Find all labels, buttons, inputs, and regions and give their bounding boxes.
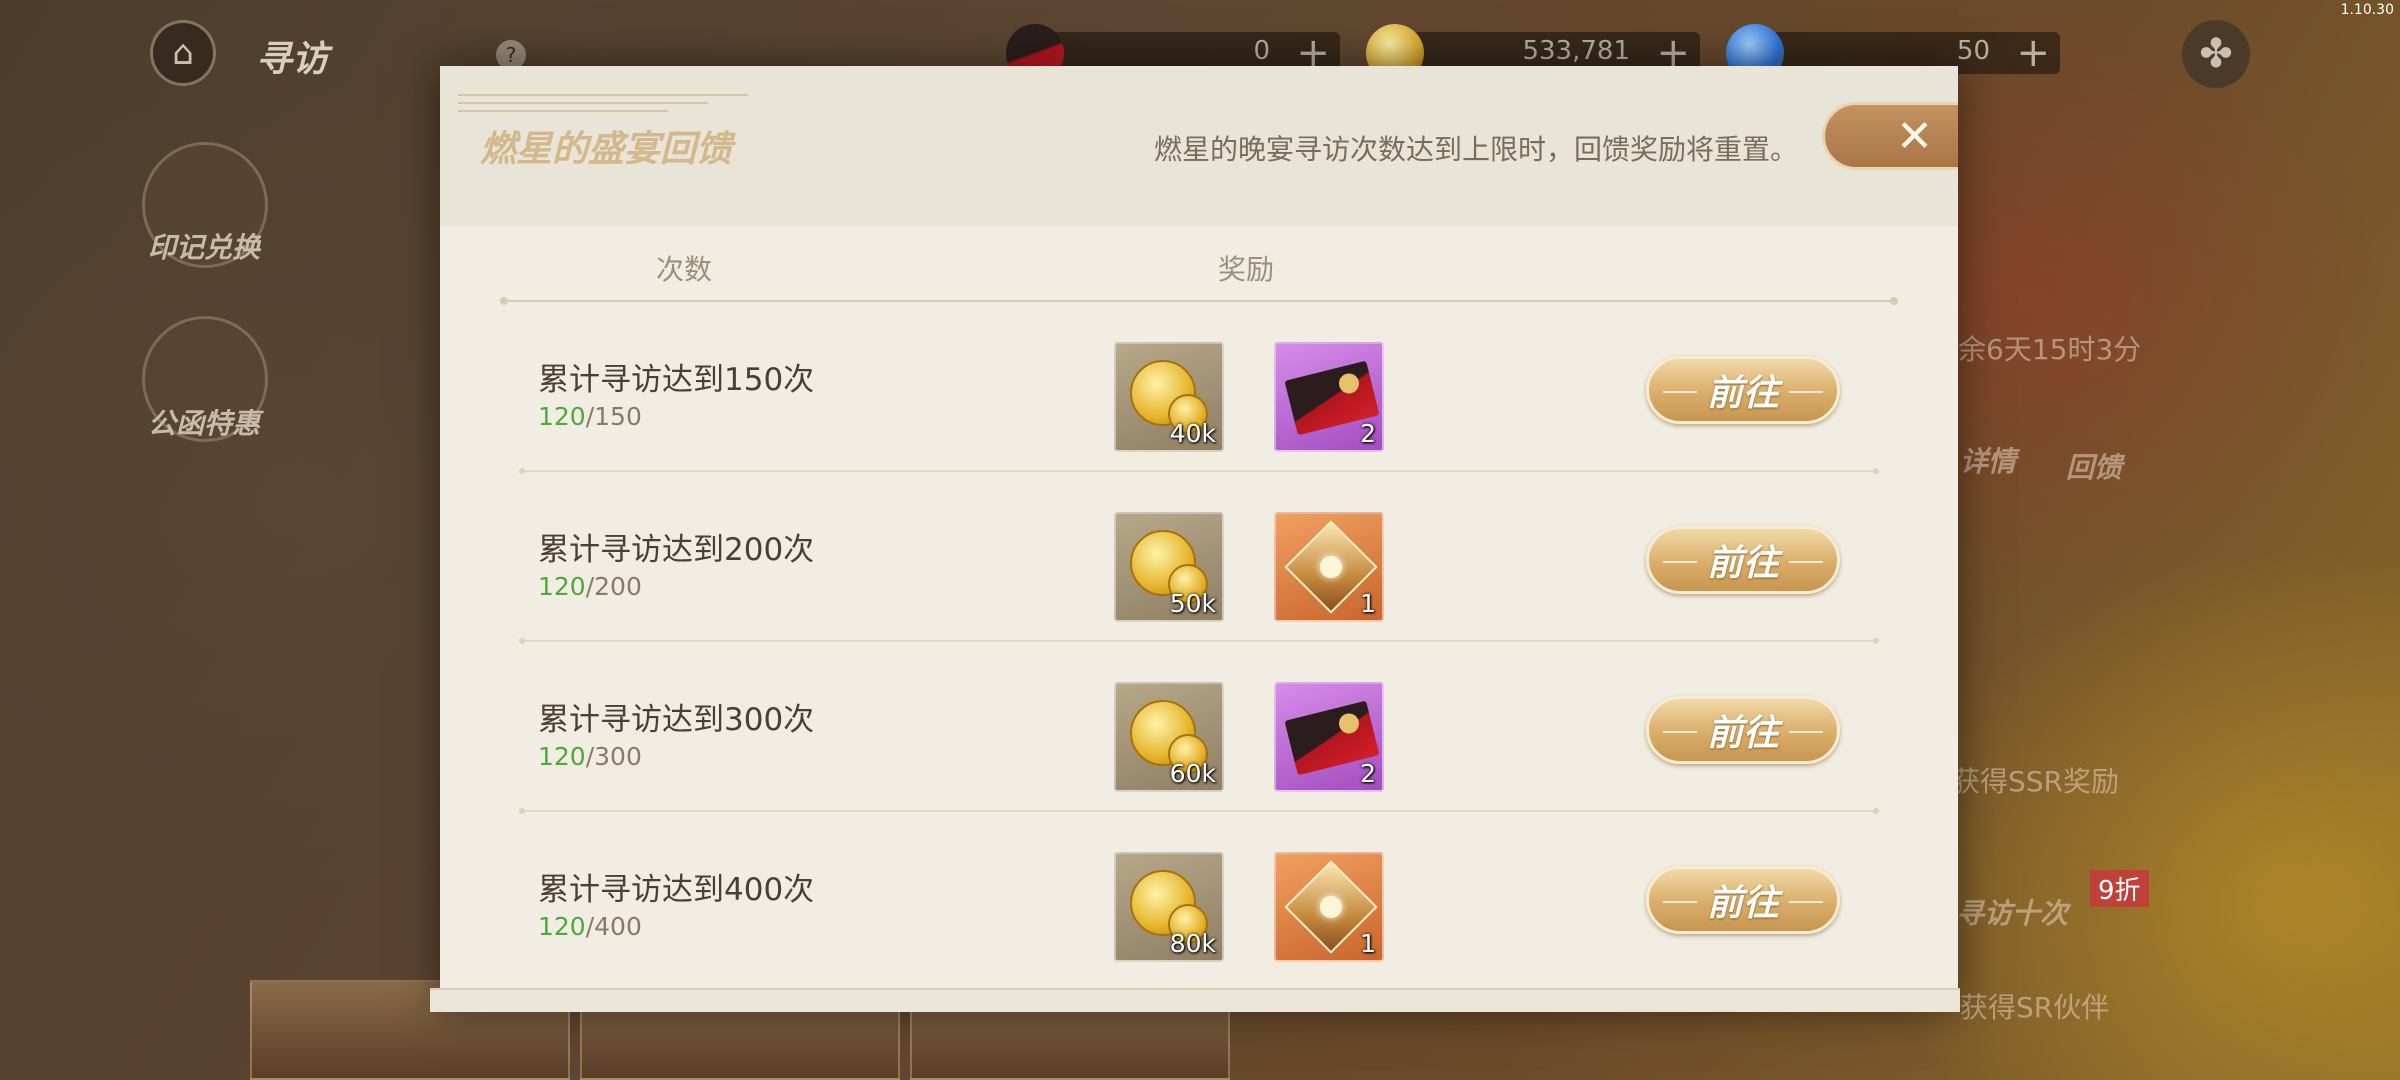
discount-badge: 9折 bbox=[2090, 870, 2149, 907]
currency-value: 50 bbox=[1956, 36, 1990, 66]
milestone-progress: 120/150 bbox=[538, 402, 642, 431]
go-button[interactable]: 前往 bbox=[1646, 866, 1840, 934]
progress-target: /400 bbox=[585, 912, 642, 941]
envelope-reward-item[interactable]: 2 bbox=[1274, 342, 1384, 452]
feedback-label[interactable]: 回馈 bbox=[2066, 446, 2122, 486]
go-button-label: 前往 bbox=[1706, 882, 1779, 924]
home-icon: ⌂ bbox=[172, 33, 194, 73]
reward-quantity: 2 bbox=[1360, 759, 1376, 788]
coin-reward-item[interactable]: 60k bbox=[1114, 682, 1224, 792]
reward-quantity: 40k bbox=[1169, 419, 1216, 448]
coin-reward-item[interactable]: 40k bbox=[1114, 342, 1224, 452]
column-header-reward: 奖励 bbox=[1218, 253, 1275, 286]
reward-quantity: 50k bbox=[1169, 589, 1216, 618]
draw-ten-button[interactable]: 寻访十次 bbox=[1956, 892, 2068, 932]
crystal-reward-item[interactable]: 1 bbox=[1274, 852, 1384, 962]
envelope-reward-item[interactable]: 2 bbox=[1274, 682, 1384, 792]
progress-target: /200 bbox=[585, 572, 642, 601]
progress-current: 120 bbox=[538, 742, 586, 771]
progress-target: /150 bbox=[585, 402, 642, 431]
coin-reward-item[interactable]: 50k bbox=[1114, 512, 1224, 622]
details-label[interactable]: 详情 bbox=[1960, 440, 2016, 480]
page-title: 寻访 bbox=[256, 38, 329, 80]
gear-icon: ✤ bbox=[2199, 31, 2233, 77]
letter-offer-label: 公函特惠 bbox=[148, 407, 261, 440]
ssr-reward-text: 获得SSR奖励 bbox=[1952, 765, 2120, 798]
countdown-text: 余6天15时3分 bbox=[1958, 333, 2142, 366]
reward-quantity: 60k bbox=[1169, 759, 1216, 788]
go-button-label: 前往 bbox=[1706, 712, 1779, 754]
close-icon: ✕ bbox=[1896, 111, 1933, 162]
modal-bottom-edge bbox=[430, 988, 1960, 1012]
reward-quantity: 80k bbox=[1169, 929, 1216, 958]
decoration-lines bbox=[458, 90, 748, 114]
milestone-progress: 120/400 bbox=[538, 912, 642, 941]
milestone-title: 累计寻访达到150次 bbox=[538, 362, 815, 398]
modal-title: 燃星的盛宴回馈 bbox=[480, 128, 733, 170]
reward-list: 累计寻访达到150次 120/150 40k 2 前往 累计寻访达到200次 1… bbox=[440, 302, 1958, 982]
reward-row: 累计寻访达到300次 120/300 60k 2 前往 bbox=[440, 642, 1958, 814]
home-button[interactable]: ⌂ bbox=[150, 20, 216, 86]
modal-notice: 燃星的晚宴寻访次数达到上限时，回馈奖励将重置。 bbox=[1153, 133, 1798, 166]
reward-quantity: 1 bbox=[1360, 929, 1376, 958]
milestone-progress: 120/300 bbox=[538, 742, 642, 771]
progress-current: 120 bbox=[538, 912, 586, 941]
reward-row: 累计寻访达到400次 120/400 80k 1 前往 bbox=[440, 812, 1958, 982]
reward-quantity: 1 bbox=[1360, 589, 1376, 618]
go-button-label: 前往 bbox=[1706, 542, 1779, 584]
go-button[interactable]: 前往 bbox=[1646, 526, 1840, 594]
milestone-title: 累计寻访达到200次 bbox=[538, 532, 815, 568]
reward-row: 累计寻访达到150次 120/150 40k 2 前往 bbox=[440, 302, 1958, 474]
milestone-progress: 120/200 bbox=[538, 572, 642, 601]
milestone-title: 累计寻访达到400次 bbox=[538, 872, 815, 908]
add-gem-button[interactable]: + bbox=[2016, 30, 2050, 76]
progress-current: 120 bbox=[538, 572, 586, 601]
reward-row: 累计寻访达到200次 120/200 50k 1 前往 bbox=[440, 472, 1958, 644]
reward-quantity: 2 bbox=[1360, 419, 1376, 448]
currency-value: 0 bbox=[1253, 36, 1270, 66]
currency-value: 533,781 bbox=[1522, 36, 1630, 66]
version-label: 1.10.30 bbox=[2340, 2, 2394, 18]
crystal-reward-item[interactable]: 1 bbox=[1274, 512, 1384, 622]
progress-target: /300 bbox=[585, 742, 642, 771]
feedback-modal: 燃星的盛宴回馈 燃星的晚宴寻访次数达到上限时，回馈奖励将重置。 ✕ 次数 奖励 … bbox=[440, 66, 1958, 1010]
close-button[interactable]: ✕ bbox=[1822, 102, 1958, 170]
go-button[interactable]: 前往 bbox=[1646, 356, 1840, 424]
sr-partner-text: 获得SR伙伴 bbox=[1960, 991, 2110, 1024]
column-header-count: 次数 bbox=[656, 253, 713, 286]
go-button[interactable]: 前往 bbox=[1646, 696, 1840, 764]
milestone-title: 累计寻访达到300次 bbox=[538, 702, 815, 738]
progress-current: 120 bbox=[538, 402, 586, 431]
modal-header: 燃星的盛宴回馈 燃星的晚宴寻访次数达到上限时，回馈奖励将重置。 ✕ bbox=[440, 66, 1958, 226]
coin-reward-item[interactable]: 80k bbox=[1114, 852, 1224, 962]
go-button-label: 前往 bbox=[1706, 372, 1779, 414]
seal-exchange-label: 印记兑换 bbox=[148, 231, 261, 264]
settings-button[interactable]: ✤ bbox=[2182, 20, 2250, 88]
